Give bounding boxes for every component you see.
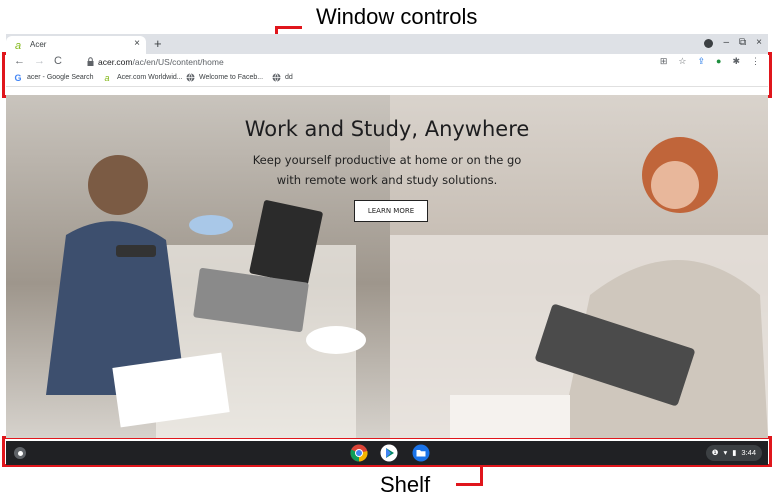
play-store-icon[interactable] [380,444,398,462]
bookmark-acer[interactable]: a Acer.com Worldwid... [104,73,183,82]
browser-toolbar: ← → C acer.com/ac/en/US/content/home ⊞ ☆… [6,54,768,70]
bookmark-facebook[interactable]: Welcome to Faceb... [186,73,263,82]
svg-text:G: G [15,73,22,82]
bookmark-label: acer - Google Search [27,74,94,81]
hero-title: Work and Study, Anywhere [244,117,530,141]
google-icon: G [15,73,22,82]
status-tray[interactable]: ❶ ▾ ▮ 3:44 [705,445,762,461]
toolbar-icons: ⊞ ☆ ⇪ ● ✱ ⋮ [660,56,760,67]
hero-image-student [6,95,390,438]
callout-label-window-controls: Window controls [316,4,478,29]
notification-icon: ❶ [711,448,719,457]
tab-title: Acer [30,40,47,49]
bookmark-label: Welcome to Faceb... [199,74,264,81]
close-tab-icon[interactable]: × [134,38,140,49]
highlight-shelf-left [2,436,5,467]
bookmark-label: dd [285,74,293,81]
account-icon[interactable] [704,38,714,48]
reload-button[interactable]: C [54,55,62,68]
restore-button[interactable]: ⧉ [739,38,746,48]
svg-text:a: a [105,73,110,82]
back-button[interactable]: ← [14,55,25,68]
address-bar[interactable]: acer.com/ac/en/US/content/home [98,57,224,67]
bookmark-dd[interactable]: dd [272,73,293,82]
tab-acer[interactable]: a Acer × [6,36,146,54]
profile-icon[interactable]: ● [716,56,721,67]
minimize-button[interactable]: – [723,38,729,48]
tab-strip: a Acer × + – ⧉ × [6,34,768,54]
browser-window: a Acer × + – ⧉ × ← → C acer.com/ac/en/US… [6,34,768,438]
url-path: /ac/en/US/content/home [132,57,224,67]
window-controls: – ⧉ × [704,38,762,48]
student-illustration [46,155,366,438]
chrome-icon[interactable] [350,444,368,462]
callout-line-top-h [276,26,302,29]
page-content: Work and Study, Anywhere Keep yourself p… [6,95,768,438]
globe-icon [186,73,195,82]
url-host: acer.com [98,57,133,67]
svg-text:a: a [15,40,21,51]
learn-more-button[interactable]: LEARN MORE [354,200,428,222]
hero-subtitle-line1: Keep yourself productive at home or on t… [252,153,522,167]
wifi-icon: ▾ [723,448,728,457]
globe-icon [272,73,281,82]
star-icon[interactable]: ☆ [678,56,686,67]
launcher-button[interactable] [14,447,26,459]
files-icon[interactable] [412,444,430,462]
hero-subtitle-line2: with remote work and study solutions. [276,173,498,187]
shelf: ❶ ▾ ▮ 3:44 [6,441,768,465]
acer-logo-icon: a [15,40,21,51]
bookmark-label: Acer.com Worldwid... [117,74,183,81]
acer-logo-icon: a [105,73,110,82]
lock-icon[interactable] [87,57,94,66]
bookmark-google[interactable]: G acer - Google Search [14,73,94,82]
highlight-window-controls-right [769,52,772,98]
highlight-window-controls-left [2,52,5,98]
extensions-icon[interactable]: ✱ [732,56,740,67]
hero-image-worker [390,95,768,438]
close-window-button[interactable]: × [756,38,762,48]
clock: 3:44 [741,448,756,457]
translate-icon[interactable]: ⊞ [660,56,668,67]
callout-line-bottom-v [480,466,483,486]
share-icon[interactable]: ⇪ [697,56,705,67]
new-tab-button[interactable]: + [154,37,162,50]
worker-illustration [390,137,768,438]
launcher-icon [17,450,23,456]
callout-line-bottom-h [456,483,482,486]
highlight-shelf-right [769,436,772,467]
callout-label-shelf: Shelf [380,472,431,497]
forward-button[interactable]: → [34,55,45,68]
bookmarks-bar: G acer - Google Search a Acer.com Worldw… [6,70,768,87]
menu-icon[interactable]: ⋮ [751,56,760,67]
battery-icon: ▮ [732,448,737,457]
